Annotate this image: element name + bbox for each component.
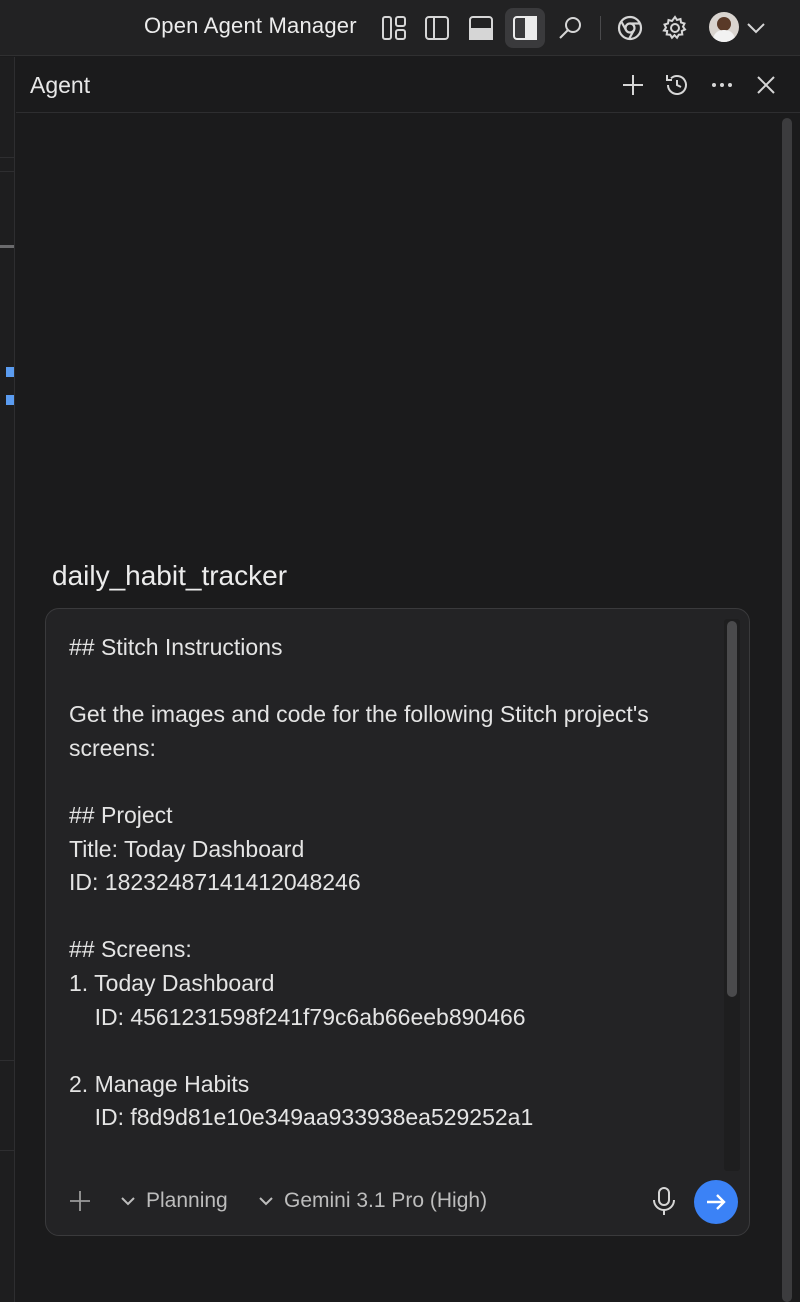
panel-scrollbar[interactable] <box>782 118 792 1302</box>
title-bar: Open Agent Manager <box>0 0 800 56</box>
send-button[interactable] <box>694 1180 738 1224</box>
chat-composer: ## Stitch Instructions Get the images an… <box>45 608 750 1236</box>
chevron-down-icon <box>121 1197 135 1206</box>
mode-label: Planning <box>146 1189 228 1212</box>
chevron-down-icon <box>259 1197 273 1206</box>
avatar[interactable] <box>709 12 739 42</box>
mode-selector[interactable]: Planning <box>118 1189 228 1213</box>
arrow-right-icon <box>707 1194 726 1210</box>
conversation-title: daily_habit_tracker <box>52 560 288 591</box>
composer-scrollbar[interactable] <box>727 621 737 997</box>
chrome-icon[interactable] <box>610 8 650 48</box>
add-context-icon[interactable] <box>66 1187 94 1215</box>
sidebar-right-icon[interactable] <box>505 8 545 48</box>
composer-toolbar: Planning Gemini 3.1 Pro (High) <box>46 1177 749 1235</box>
plus-icon[interactable] <box>617 69 649 101</box>
sidebar-left-icon[interactable] <box>417 8 457 48</box>
history-icon[interactable] <box>661 69 693 101</box>
model-label: Gemini 3.1 Pro (High) <box>284 1189 488 1212</box>
chevron-down-icon[interactable] <box>744 16 768 40</box>
layout-icon[interactable] <box>374 8 414 48</box>
search-icon[interactable] <box>550 8 590 48</box>
open-agent-manager-button[interactable]: Open Agent Manager <box>144 13 357 39</box>
editor-edge <box>0 57 15 1302</box>
diff-marker <box>6 395 14 405</box>
model-selector[interactable]: Gemini 3.1 Pro (High) <box>256 1189 487 1213</box>
panel-bottom-icon[interactable] <box>461 8 501 48</box>
agent-panel-header: Agent <box>16 57 800 113</box>
gear-icon[interactable] <box>655 8 695 48</box>
diff-marker <box>6 367 14 377</box>
prompt-input[interactable]: ## Stitch Instructions Get the images an… <box>69 631 709 1135</box>
more-icon[interactable] <box>706 69 738 101</box>
microphone-icon[interactable] <box>650 1185 678 1217</box>
panel-title: Agent <box>30 72 91 98</box>
close-icon[interactable] <box>750 69 782 101</box>
toolbar-divider <box>600 16 601 40</box>
